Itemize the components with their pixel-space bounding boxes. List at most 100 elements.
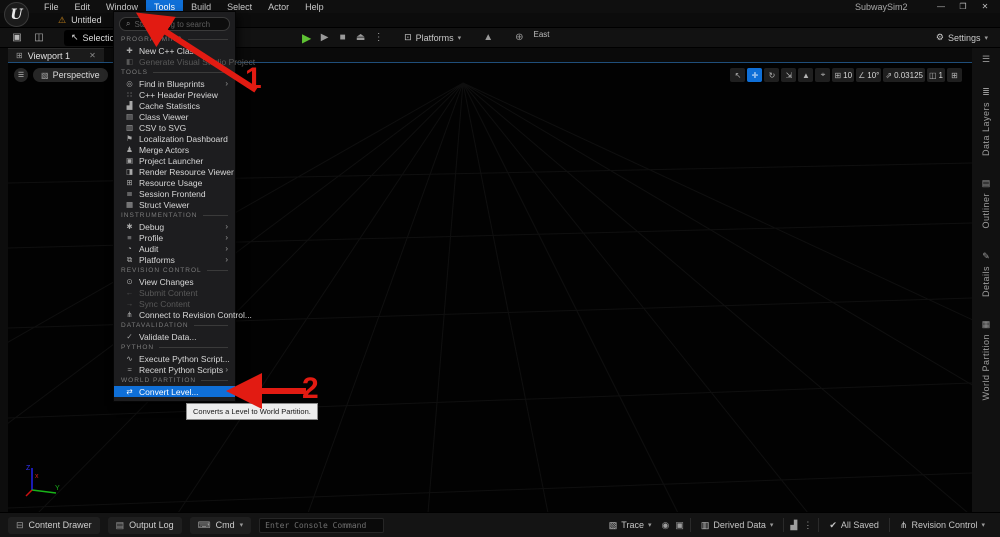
perspective-dropdown[interactable]: ▧ Perspective [33,68,108,82]
derived-data-label: Derived Data [713,520,766,530]
tab-world-partition[interactable]: ▦ World Partition [981,319,991,400]
menu-item-localization-dashboard[interactable]: ⚑ Localization Dashboard [114,133,235,144]
browse-content-button[interactable]: ◫ [30,30,48,46]
menu-edit[interactable]: Edit [67,0,99,13]
menu-item-resource-usage[interactable]: ⊞ Resource Usage [114,177,235,188]
tab-details[interactable]: ✎ Details [981,251,991,297]
menu-item-profile[interactable]: ≡ Profile › [114,232,235,243]
derived-data-dropdown[interactable]: ▥ Derived Data ▾ [694,517,781,534]
menu-item-validate-data[interactable]: ✓ Validate Data... [114,331,235,342]
perspective-label: Perspective [53,70,100,80]
debug-icon: ✱ [123,222,136,231]
menu-item-cpp-header-preview[interactable]: ∷ C++ Header Preview [114,89,235,100]
trace-dropdown[interactable]: ▧ Trace ▾ [602,517,659,534]
tab-data-layers[interactable]: ≣ Data Layers [981,87,991,156]
csv-svg-icon: ▥ [123,123,136,132]
select-tool-button[interactable]: ↖ [730,68,745,82]
menu-help[interactable]: Help [297,0,332,13]
eject-button[interactable]: ⏏ [353,30,368,45]
menu-item-new-cpp-class[interactable]: ✚ New C++ Class... [114,45,235,56]
frame-skip-button[interactable]: ▶ [317,30,332,45]
close-icon[interactable]: ✕ [89,51,96,60]
menu-item-submit-content: ← Submit Content [114,287,235,298]
axis-x-label: x [35,473,39,480]
cmd-dropdown[interactable]: ⌨ Cmd ▾ [190,517,252,534]
struct-viewer-icon: ▦ [123,200,136,209]
more-options-icon[interactable]: ⋮ [800,520,815,531]
tab-viewport-1[interactable]: ⊞ Viewport 1 ✕ [8,48,104,62]
performance-stats-icon[interactable]: ▟ [787,520,800,531]
grid-snap-button[interactable]: ⊞ 10 [832,68,854,82]
menu-item-project-launcher[interactable]: ▣ Project Launcher [114,155,235,166]
menu-item-merge-actors[interactable]: ♟ Merge Actors [114,144,235,155]
world-coordinate-button[interactable]: ▲ [798,68,813,82]
menu-item-find-in-blueprints[interactable]: ◎ Find in Blueprints › [114,78,235,89]
scale-tool-button[interactable]: ⇲ [781,68,796,82]
revision-control-dropdown[interactable]: ⋔ Revision Control ▾ [893,517,992,534]
maximize-viewport-button[interactable]: ⊞ [947,68,962,82]
viewport-menu-button[interactable]: ☰ [14,68,28,82]
panel-stack-icon[interactable]: ☰ [982,54,990,65]
menu-item-convert-level[interactable]: ⇄ Convert Level... [114,386,235,397]
menu-item-cache-statistics[interactable]: ▟ Cache Statistics [114,100,235,111]
section-programming: PROGRAMMING [114,34,235,45]
unreal-engine-logo-icon[interactable]: U [4,2,29,27]
trace-icon: ▧ [609,520,618,531]
submenu-arrow-icon: › [225,222,228,231]
menu-item-execute-python-script[interactable]: ∿ Execute Python Script... [114,353,235,364]
restore-button[interactable]: ❐ [952,0,974,13]
media-capture-icon[interactable]: ▣ [672,520,687,531]
all-saved-label: All Saved [841,520,879,530]
menu-item-struct-viewer[interactable]: ▦ Struct Viewer [114,199,235,210]
rotate-tool-button[interactable]: ↻ [764,68,779,82]
angle-snap-button[interactable]: ∠ 10° [856,68,881,82]
minimize-button[interactable]: — [930,0,952,13]
direction-label: East [533,30,549,39]
menu-item-view-changes[interactable]: ⊙ View Changes [114,276,235,287]
menu-item-render-resource-viewer[interactable]: ◨ Render Resource Viewer [114,166,235,177]
content-drawer-button[interactable]: ⊟ Content Drawer [8,517,100,534]
stop-button[interactable]: ■ [335,30,350,45]
menu-item-csv-to-svg[interactable]: ▥ CSV to SVG [114,122,235,133]
menu-search-input[interactable] [134,20,223,29]
menu-item-generate-vs-project: ◧ Generate Visual Studio Project [114,56,235,67]
menu-item-recent-python-scripts[interactable]: ≈ Recent Python Scripts › [114,364,235,375]
camera-speed-button[interactable]: ◫ 1 [927,68,945,82]
audit-icon: ◔ [123,244,136,253]
location-crosshair-icon[interactable]: ⊕ [515,32,523,43]
class-viewer-icon: ▤ [123,112,136,121]
settings-dropdown[interactable]: ⚙ Settings ▾ [936,32,988,43]
menu-item-session-frontend[interactable]: ≣ Session Frontend [114,188,235,199]
convert-level-icon: ⇄ [123,387,136,396]
console-command-input[interactable] [259,518,384,533]
landscape-mode-icon[interactable]: ▲ [483,32,493,43]
play-button[interactable]: ▶ [299,30,314,45]
section-instrumentation: INSTRUMENTATION [114,210,235,221]
menu-item-debug[interactable]: ✱ Debug › [114,221,235,232]
play-options-button[interactable]: ⋮ [371,30,386,45]
menu-file[interactable]: File [36,0,67,13]
close-button[interactable]: ✕ [974,0,996,13]
project-name[interactable]: Untitled [71,15,102,25]
unsaved-warning-icon: ⚠ [58,15,66,26]
tab-outliner[interactable]: ▤ Outliner [981,178,991,229]
scale-snap-button[interactable]: ⇗ 0.03125 [883,68,925,82]
screenshot-icon[interactable]: ◉ [658,520,672,531]
platforms-menu-icon: ⧉ [123,255,136,265]
surface-snap-button[interactable]: ⌖ [815,68,830,82]
move-tool-button[interactable]: ✛ [747,68,762,82]
all-saved-button[interactable]: ✔ All Saved [822,517,886,534]
separator [818,518,819,532]
menu-item-connect-revision-control[interactable]: ⋔ Connect to Revision Control... [114,309,235,320]
menu-item-class-viewer[interactable]: ▤ Class Viewer [114,111,235,122]
menu-item-sync-content: → Sync Content [114,298,235,309]
section-tools: TOOLS [114,67,235,78]
platforms-dropdown[interactable]: ⊡ Platforms ▾ [404,32,461,43]
separator [690,518,691,532]
menu-actor[interactable]: Actor [260,0,297,13]
save-button[interactable]: ▣ [8,30,26,46]
output-log-button[interactable]: ▤ Output Log [108,517,182,534]
menu-item-audit[interactable]: ◔ Audit › [114,243,235,254]
menu-item-platforms[interactable]: ⧉ Platforms › [114,254,235,265]
menu-search-box[interactable]: ⌕ [119,17,230,31]
